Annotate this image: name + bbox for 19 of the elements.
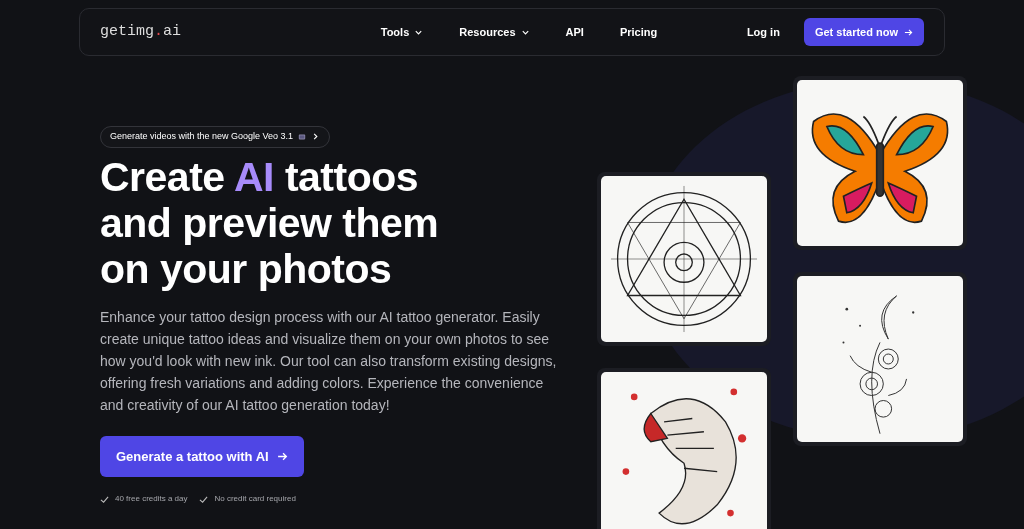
nav-link[interactable]: API xyxy=(565,23,584,41)
description: Enhance your tattoo design process with our AI tattoo generator. Easily create unique tattoo ideas and visualize them on your own photos to see how you'd look with new ink. Our tool can also transform existing designs, offering fresh variations and adding colors. Experience the convenience and creativity of our AI tattoo generation today! xyxy=(100,307,558,415)
check-icon xyxy=(199,494,209,504)
announcement-pill[interactable]: Generate videos with the new Google Veo 3.1 xyxy=(100,126,331,148)
logo[interactable]: getimg.ai xyxy=(100,20,182,44)
generate-tattoo-button[interactable]: Generate a tattoo with AI xyxy=(100,435,304,477)
login-link[interactable]: Log in xyxy=(746,23,780,41)
headline: Create AI tattoos and preview them on your photos xyxy=(100,153,440,292)
get-started-button[interactable]: Get started now xyxy=(803,17,924,47)
nav-link[interactable]: Tools xyxy=(380,23,424,41)
arrow-right-icon xyxy=(276,450,288,462)
arrow-right-icon xyxy=(904,27,913,37)
nav-link[interactable]: Resources xyxy=(459,23,530,41)
perk-text: 40 free credits a day xyxy=(115,493,188,505)
chevron-right-icon xyxy=(311,132,321,142)
nav-link[interactable]: Pricing xyxy=(619,23,658,41)
perk-text: No credit card required xyxy=(214,493,296,505)
film-icon xyxy=(298,132,307,141)
check-icon xyxy=(100,494,109,504)
